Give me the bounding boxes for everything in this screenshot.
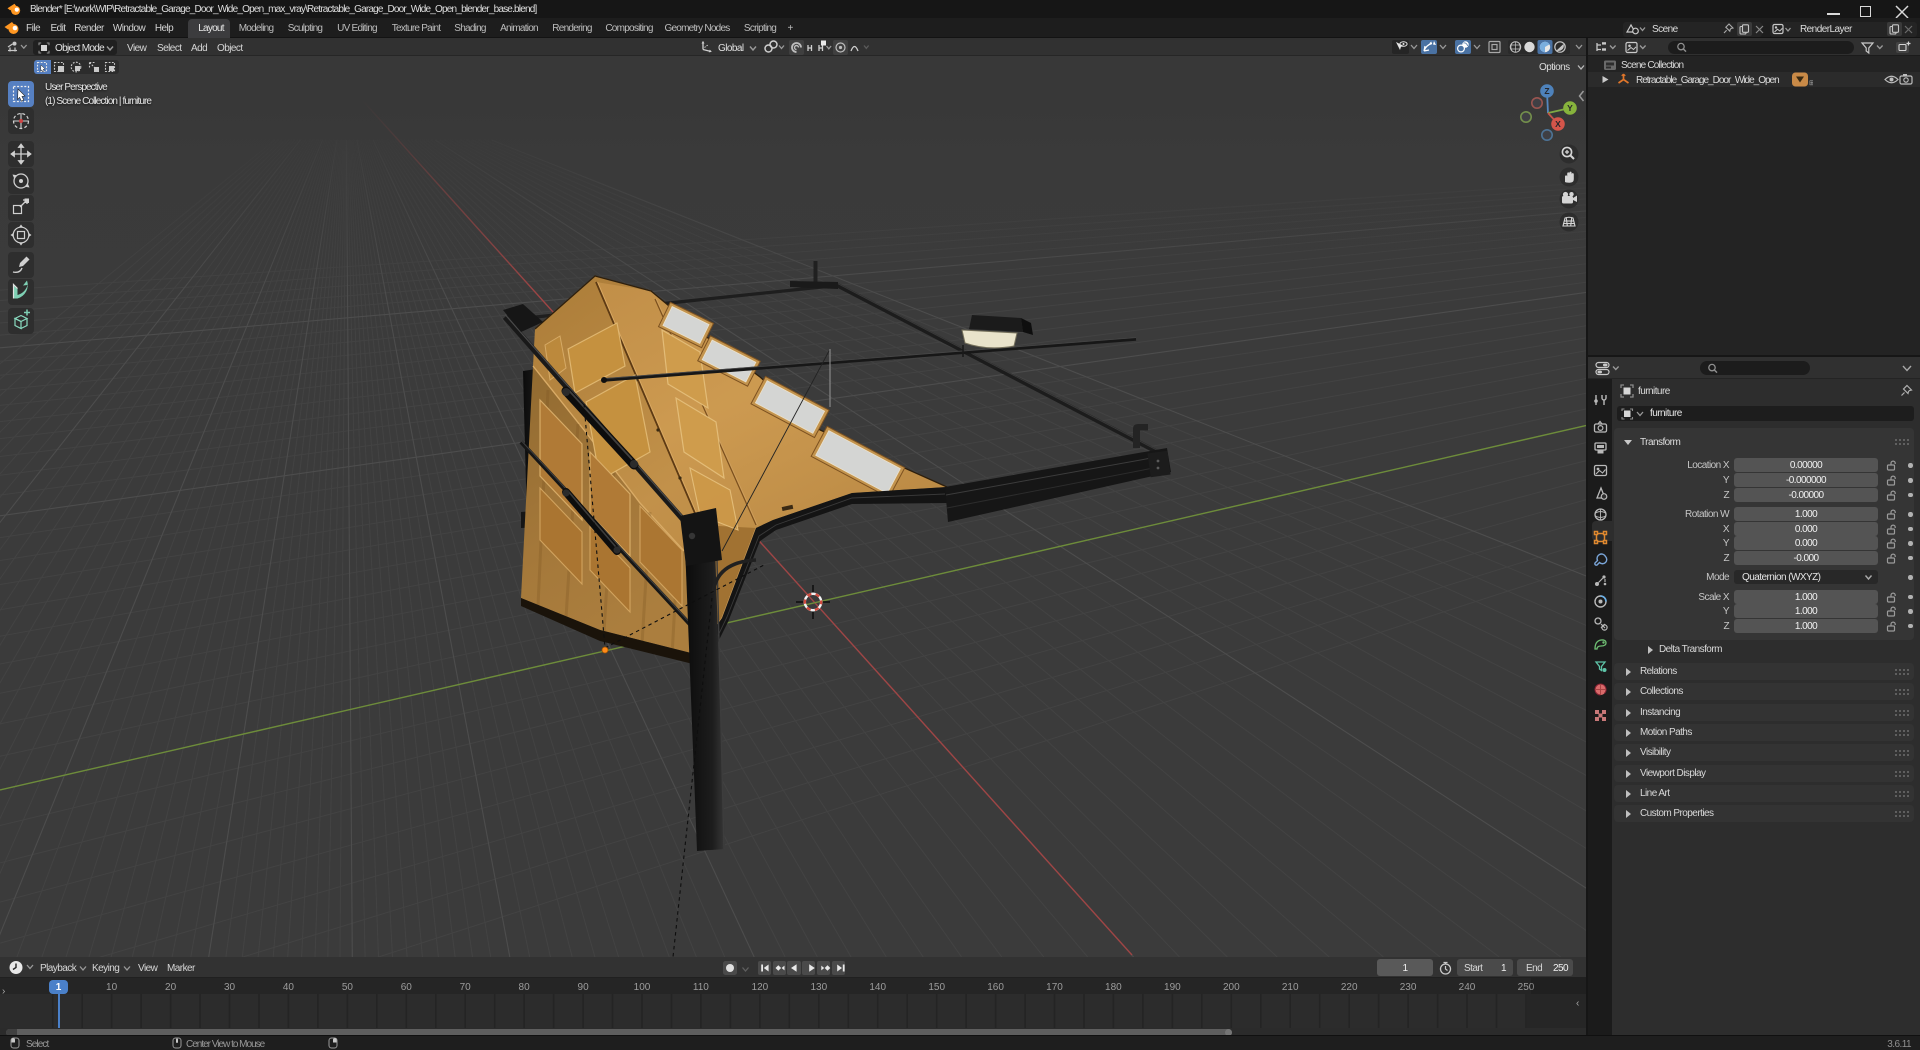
svg-text:Z: Z — [1544, 86, 1549, 96]
svg-text:Y: Y — [1567, 103, 1573, 113]
svg-text:X: X — [1555, 119, 1561, 129]
svg-text:⊞: ⊞ — [1809, 80, 1813, 87]
